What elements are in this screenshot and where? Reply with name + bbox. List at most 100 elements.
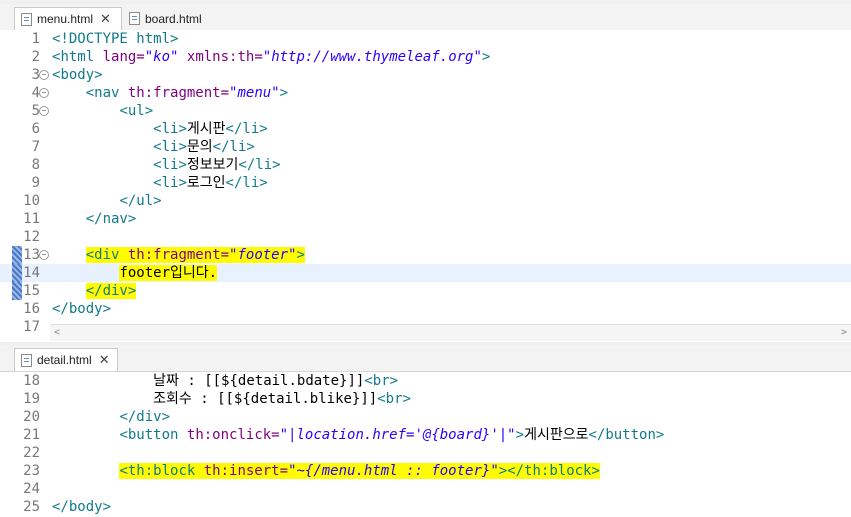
code-line[interactable]: 11 </nav> xyxy=(0,210,851,228)
code-token: th:onclick= xyxy=(186,427,280,443)
code-line[interactable]: 19 조회수 : [[${detail.blike}]]<br> xyxy=(0,390,851,408)
code-line[interactable]: 2 <html lang="ko" xmlns:th="http://www.th… xyxy=(0,48,851,66)
code-line[interactable]: 20 </div> xyxy=(0,408,851,426)
code-token: > xyxy=(94,67,103,83)
code-token: body xyxy=(68,301,103,317)
code-token: ul xyxy=(127,103,145,119)
fold-toggle-icon[interactable]: − xyxy=(39,106,49,116)
line-number: 22 xyxy=(23,445,40,461)
code-token: </ xyxy=(85,211,103,227)
code-line[interactable]: 3− <body> xyxy=(0,66,851,84)
code-token: > xyxy=(178,139,187,155)
line-number: 4 xyxy=(31,85,40,101)
code-text: </body> xyxy=(52,300,111,318)
html-file-icon xyxy=(129,12,140,25)
code-text: </body> xyxy=(52,498,111,516)
code-token: > xyxy=(246,139,255,155)
line-number: 20 xyxy=(23,409,40,425)
code-line[interactable]: 14 footer입니다. xyxy=(0,264,851,282)
scroll-right-icon[interactable]: > xyxy=(841,327,847,338)
code-token: > xyxy=(153,193,162,209)
tab-menu-html[interactable]: menu.html ✕ xyxy=(14,7,122,30)
code-text: <ul> xyxy=(52,102,153,120)
code-token: "footer" xyxy=(229,247,297,263)
code-line[interactable]: 12 xyxy=(0,228,851,246)
code-line[interactable]: 13− <div th:fragment="footer"> xyxy=(0,246,851,264)
code-line[interactable]: 15 </div> xyxy=(0,282,851,300)
code-token: DOCTYPE html xyxy=(68,31,171,47)
menu-editor[interactable]: 1 <!DOCTYPE html > 2 <html lang="ko" xmlns:t… xyxy=(0,30,851,342)
code-token: th:insert= xyxy=(203,463,289,479)
close-icon[interactable]: ✕ xyxy=(100,11,111,27)
tab-label: detail.html xyxy=(37,353,92,367)
code-text: </div> xyxy=(52,408,170,426)
code-line[interactable]: 16 </body> xyxy=(0,300,851,318)
code-line[interactable]: 9 <li>로그인</li> xyxy=(0,174,851,192)
line-number: 12 xyxy=(23,229,40,245)
detail-editor[interactable]: 18 날짜 : [[${detail.bdate}]]<br> 19 조회수 : … xyxy=(0,372,851,517)
code-line[interactable]: 7 <li>문의</li> xyxy=(0,138,851,156)
code-text: </div> xyxy=(52,282,137,300)
code-token: < xyxy=(153,157,162,173)
line-number: 16 xyxy=(23,301,40,317)
code-line[interactable]: 18 날짜 : [[${detail.bdate}]]<br> xyxy=(0,372,851,390)
line-number: 17 xyxy=(23,319,40,335)
code-token: li xyxy=(242,121,260,137)
scroll-left-icon[interactable]: < xyxy=(54,327,60,338)
code-token: > xyxy=(102,301,112,317)
code-line[interactable]: 5− <ul> xyxy=(0,102,851,120)
code-line[interactable]: 6 <li>게시판</li> xyxy=(0,120,851,138)
code-token: nav xyxy=(102,211,128,227)
code-line[interactable]: 24 xyxy=(0,480,851,498)
code-text: 조회수 : [[${detail.blike}]]<br> xyxy=(52,390,411,408)
line-number: 14 xyxy=(23,265,40,281)
code-token: div xyxy=(94,247,128,263)
line-number: 1 xyxy=(31,31,40,47)
code-token: </ xyxy=(52,301,69,317)
code-token: > xyxy=(178,157,187,173)
code-token: button xyxy=(127,427,187,443)
tab-label: menu.html xyxy=(37,12,94,26)
fold-toggle-icon[interactable]: − xyxy=(39,88,49,98)
line-number: 25 xyxy=(23,499,40,515)
code-token: br xyxy=(372,373,390,389)
code-line[interactable]: 1 <!DOCTYPE html> xyxy=(0,30,851,48)
code-token: <! xyxy=(52,31,69,47)
code-line[interactable]: 23 <th:block th:insert="~{/menu.html :: … xyxy=(0,462,851,480)
code-text: <html lang="ko" xmlns:th="http://www.thy… xyxy=(52,48,490,66)
code-token: li xyxy=(229,139,247,155)
code-token: > xyxy=(102,499,112,515)
code-line[interactable]: 22 xyxy=(0,444,851,462)
close-icon[interactable]: ✕ xyxy=(99,352,110,368)
code-token: 날짜 : [[${detail.bdate}]] xyxy=(52,373,365,389)
line-number: 6 xyxy=(31,121,40,137)
line-number: 2 xyxy=(31,49,40,65)
code-line[interactable]: 21 <button th:onclick="|location.href='@… xyxy=(0,426,851,444)
code-line[interactable]: 25 </body> xyxy=(0,498,851,516)
code-token: > xyxy=(161,409,171,425)
code-token: < xyxy=(153,175,162,191)
code-token: "ko" xyxy=(144,49,179,65)
line-number: 5 xyxy=(31,103,40,119)
line-number: 19 xyxy=(23,391,40,407)
fold-toggle-icon[interactable]: − xyxy=(39,70,49,80)
line-number: 13 xyxy=(23,247,40,263)
tab-board-html[interactable]: board.html xyxy=(123,7,223,30)
code-token: < xyxy=(153,121,162,137)
code-token: > xyxy=(481,49,491,65)
code-token: > xyxy=(591,463,600,479)
line-number: 21 xyxy=(23,427,40,443)
code-line[interactable]: 4− <nav th:fragment="menu"> xyxy=(0,84,851,102)
code-token: </ xyxy=(507,463,525,479)
code-token: < xyxy=(119,463,128,479)
code-token: </ xyxy=(52,499,69,515)
fold-toggle-icon[interactable]: − xyxy=(39,250,49,260)
code-line[interactable]: 8 <li>정보보기</li> xyxy=(0,156,851,174)
code-line[interactable]: 10 </ul> xyxy=(0,192,851,210)
tab-detail-html[interactable]: detail.html ✕ xyxy=(14,348,118,371)
horizontal-scrollbar[interactable]: < > xyxy=(50,324,851,341)
